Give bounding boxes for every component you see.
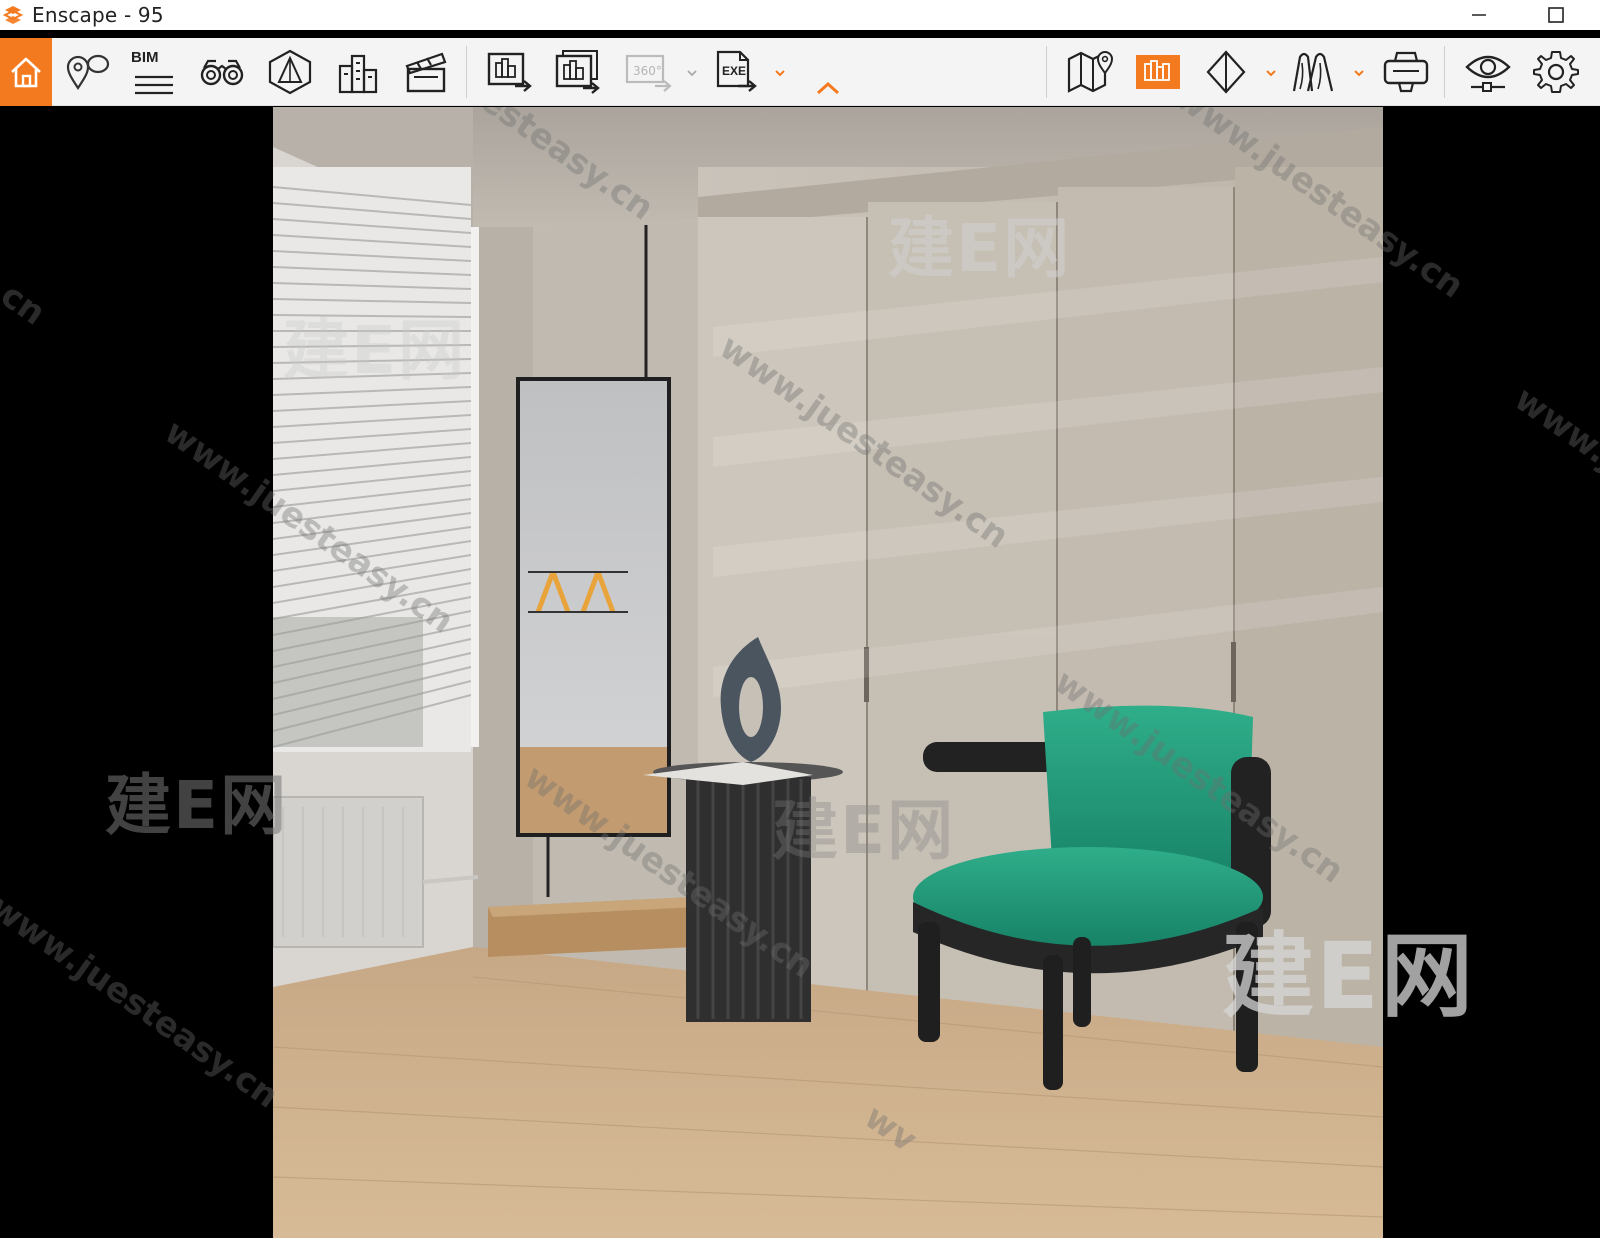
toolbar-separator <box>1046 46 1047 98</box>
video-editor-button[interactable] <box>398 38 454 106</box>
video-editor-icon <box>405 52 447 93</box>
watermark-url: www.juesteasy.cn <box>0 887 286 1117</box>
window-title: Enscape - 95 <box>32 3 164 27</box>
binoculars-icon <box>200 59 244 86</box>
views-icon <box>66 54 110 90</box>
bim-label: BIM <box>131 49 159 66</box>
vr-headset-icon <box>1383 51 1429 93</box>
home-icon <box>11 57 41 88</box>
binoculars-button[interactable] <box>194 38 250 106</box>
export-exe-label: EXE <box>722 64 747 78</box>
maximize-button[interactable] <box>1533 0 1579 30</box>
panorama-label: 360° <box>633 64 662 78</box>
light-view-dropdown-chevron-icon[interactable] <box>1352 66 1366 80</box>
light-view-icon <box>1292 52 1334 92</box>
buildings-button[interactable] <box>330 38 386 106</box>
settings-button[interactable] <box>1526 38 1586 106</box>
watermark-url: y.cn <box>0 257 53 334</box>
main-toolbar: BIM 360° EXE <box>0 38 1600 106</box>
toolbar-separator <box>466 46 467 98</box>
minimize-icon <box>1472 14 1486 16</box>
minimize-button[interactable] <box>1456 0 1502 30</box>
export-dropdown-chevron-icon[interactable] <box>773 66 787 80</box>
home-button[interactable] <box>0 38 52 106</box>
maximize-icon <box>1548 7 1564 23</box>
light-view-button[interactable] <box>1286 38 1342 106</box>
collapse-toolbar-icon <box>816 81 840 95</box>
orthographic-icon <box>268 49 312 95</box>
visual-settings-icon <box>1465 55 1511 92</box>
watermark-brand: 建E网 <box>105 767 289 844</box>
enscape-logo-icon <box>2 6 24 24</box>
asset-library-icon <box>1136 55 1180 89</box>
render-viewport[interactable]: www.juesteasy.cn www.juesteasy.cn y.cn w… <box>0 107 1600 1238</box>
buildings-icon <box>338 54 378 94</box>
cube-dropdown-chevron-icon[interactable] <box>1264 66 1278 80</box>
toolbar-separator <box>1444 46 1445 98</box>
cube-icon <box>1206 50 1246 94</box>
panorama-dropdown-chevron-icon[interactable] <box>685 66 699 80</box>
settings-icon <box>1533 51 1579 93</box>
asset-library-button[interactable] <box>1130 38 1186 106</box>
collapse-toolbar-button[interactable] <box>808 38 848 106</box>
title-bar: Enscape - 95 <box>0 0 1600 30</box>
map-button[interactable] <box>1060 38 1120 106</box>
orthographic-button[interactable] <box>262 38 318 106</box>
map-icon <box>1067 51 1114 93</box>
visual-settings-button[interactable] <box>1458 38 1518 106</box>
batch-render-icon <box>555 50 600 94</box>
render-screenshot-icon <box>487 52 532 92</box>
render-screenshot-button[interactable] <box>480 38 540 106</box>
cube-button[interactable] <box>1198 38 1254 106</box>
rendered-scene-image <box>273 107 1383 1238</box>
vr-headset-button[interactable] <box>1376 38 1436 106</box>
watermark-url: www.j <box>1507 379 1600 479</box>
batch-render-button[interactable] <box>548 38 608 106</box>
views-button[interactable] <box>60 38 116 106</box>
